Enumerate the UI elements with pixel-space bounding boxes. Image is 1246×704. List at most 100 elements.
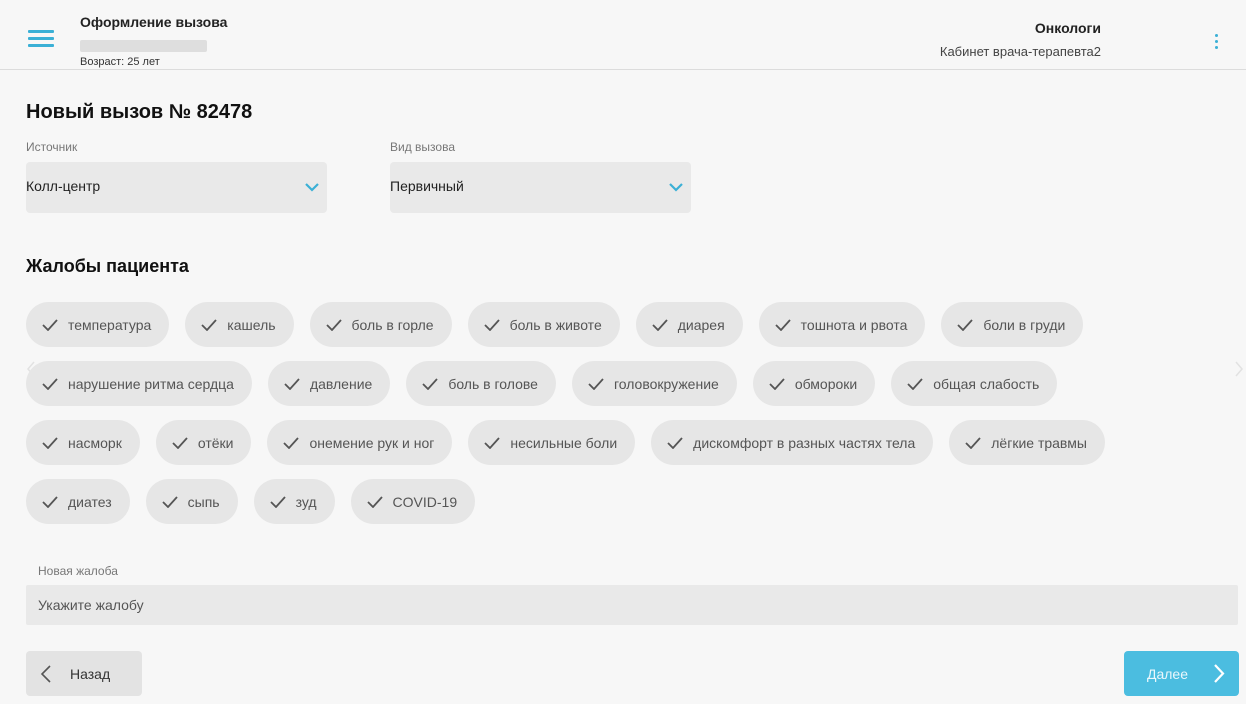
complaint-chip-label: давление bbox=[309, 375, 373, 392]
scroll-right-icon[interactable] bbox=[1234, 360, 1244, 378]
call-type-label: Вид вызова bbox=[390, 140, 455, 154]
complaint-chip[interactable]: лёгкие травмы bbox=[949, 420, 1105, 465]
next-button[interactable]: Далее bbox=[1124, 651, 1239, 696]
checkmark-icon bbox=[269, 495, 286, 508]
hamburger-menu-icon[interactable] bbox=[28, 30, 56, 52]
patient-age: Возраст: 25 лет bbox=[80, 56, 160, 68]
complaint-chip-label: головокружение bbox=[613, 375, 719, 392]
complaint-chip[interactable]: зуд bbox=[253, 479, 335, 524]
source-label: Источник bbox=[26, 140, 78, 154]
call-type-value: Первичный bbox=[390, 178, 464, 194]
new-complaint-label: Новая жалоба bbox=[38, 564, 118, 578]
checkmark-icon bbox=[484, 436, 501, 449]
complaint-chips: температура кашель боль в горле боль в живо… bbox=[26, 302, 1206, 538]
cabinet-name: Кабинет врача-терапевта2 bbox=[939, 44, 1101, 59]
chevron-down-icon bbox=[669, 183, 683, 192]
checkmark-icon bbox=[172, 436, 188, 449]
complaint-chip[interactable]: диарея bbox=[635, 302, 743, 347]
chip-row: температура кашель боль в горле боль в живо… bbox=[26, 302, 1206, 347]
checkmark-icon bbox=[366, 495, 383, 508]
complaint-chip-label: тошнота и рвота bbox=[800, 316, 908, 333]
complaint-chip-label: боль в горле bbox=[351, 316, 434, 333]
checkmark-icon bbox=[965, 436, 981, 449]
complaint-chip[interactable]: давление bbox=[267, 361, 391, 406]
checkmark-icon bbox=[201, 318, 217, 331]
complaint-chip[interactable]: общая слабость bbox=[891, 361, 1058, 406]
checkmark-icon bbox=[42, 377, 58, 390]
complaint-chip[interactable]: обмороки bbox=[752, 361, 876, 406]
chevron-right-icon bbox=[1214, 664, 1225, 683]
back-button-label: Назад bbox=[70, 666, 111, 682]
complaint-chip[interactable]: онемение рук и ног bbox=[267, 420, 453, 465]
complaint-chip[interactable]: отёки bbox=[155, 420, 252, 465]
checkmark-icon bbox=[667, 436, 683, 449]
checkmark-icon bbox=[42, 436, 58, 449]
page-title: Новый вызов № 82478 bbox=[26, 101, 253, 123]
next-button-label: Далее bbox=[1147, 666, 1189, 682]
complaint-chip-label: нарушение ритма сердца bbox=[68, 375, 234, 392]
back-button[interactable]: Назад bbox=[26, 651, 142, 696]
complaint-chip-label: кашель bbox=[227, 316, 276, 333]
complaint-chip-label: насморк bbox=[68, 434, 122, 451]
checkmark-icon bbox=[42, 318, 58, 331]
chip-row: насморк отёки онемение рук и ног несильные … bbox=[26, 420, 1206, 465]
complaint-chip[interactable]: температура bbox=[26, 302, 170, 347]
complaint-chip[interactable]: боль в животе bbox=[467, 302, 620, 347]
complaint-chip-label: боли в груди bbox=[983, 316, 1066, 333]
source-value: Колл-центр bbox=[26, 178, 101, 194]
checkmark-icon bbox=[42, 495, 58, 508]
complaint-chip-label: дискомфорт в разных частях тела bbox=[693, 434, 916, 451]
complaint-chip-label: несильные боли bbox=[510, 434, 618, 451]
checkmark-icon bbox=[161, 495, 178, 508]
checkmark-icon bbox=[325, 318, 342, 331]
checkmark-icon bbox=[283, 436, 300, 449]
complaint-chip[interactable]: несильные боли bbox=[468, 420, 636, 465]
checkmark-icon bbox=[284, 377, 300, 390]
checkmark-icon bbox=[769, 377, 785, 390]
complaint-chip[interactable]: тошнота и рвота bbox=[758, 302, 926, 347]
complaint-chip[interactable]: COVID-19 bbox=[350, 479, 476, 524]
checkmark-icon bbox=[652, 318, 668, 331]
complaint-chip[interactable]: дискомфорт в разных частях тела bbox=[651, 420, 934, 465]
checkmark-icon bbox=[588, 377, 604, 390]
source-select[interactable]: Колл-центр bbox=[26, 162, 327, 213]
complaint-chip-label: отёки bbox=[197, 434, 234, 451]
header-title: Оформление вызова bbox=[80, 14, 228, 30]
call-form-page: Оформление вызова Возраст: 25 лет Онколо… bbox=[0, 0, 1246, 704]
checkmark-icon bbox=[957, 318, 974, 331]
complaint-chip[interactable]: диатез bbox=[26, 479, 130, 524]
complaint-chip[interactable]: головокружение bbox=[571, 361, 737, 406]
checkmark-icon bbox=[422, 377, 438, 390]
new-complaint-input[interactable] bbox=[26, 585, 1238, 625]
complaint-chip-label: боль в животе bbox=[509, 316, 602, 333]
complaint-chip[interactable]: насморк bbox=[26, 420, 140, 465]
complaint-chip[interactable]: кашель bbox=[185, 302, 294, 347]
department-name: Онкологи bbox=[1034, 20, 1101, 36]
complaint-chip-label: COVID-19 bbox=[392, 493, 458, 510]
complaint-chip[interactable]: боль в голове bbox=[406, 361, 556, 406]
checkmark-icon bbox=[483, 318, 500, 331]
complaint-chip-label: сыпь bbox=[187, 493, 220, 510]
call-type-select[interactable]: Первичный bbox=[390, 162, 691, 213]
complaint-chip[interactable]: боль в горле bbox=[309, 302, 452, 347]
complaint-chip-label: температура bbox=[68, 316, 152, 333]
complaint-chip-label: диатез bbox=[68, 493, 112, 510]
complaint-chip-label: обмороки bbox=[794, 375, 858, 392]
patient-name-redacted bbox=[80, 40, 207, 52]
complaint-chip-label: боль в голове bbox=[448, 375, 538, 392]
complaint-chip-label: диарея bbox=[677, 316, 725, 333]
checkmark-icon bbox=[775, 318, 791, 331]
complaint-chip[interactable]: сыпь bbox=[145, 479, 238, 524]
checkmark-icon bbox=[907, 377, 923, 390]
complaint-chip-label: лёгкие травмы bbox=[991, 434, 1087, 451]
chevron-left-icon bbox=[40, 665, 51, 683]
more-options-icon[interactable] bbox=[1213, 34, 1219, 50]
top-bar: Оформление вызова Возраст: 25 лет Онколо… bbox=[0, 0, 1246, 70]
chip-row: нарушение ритма сердца давление боль в гол… bbox=[26, 361, 1206, 406]
chevron-down-icon bbox=[305, 183, 319, 192]
complaint-chip-label: зуд bbox=[295, 493, 317, 510]
complaint-chip[interactable]: нарушение ритма сердца bbox=[26, 361, 252, 406]
chip-row: диатез сыпь зуд COVID-19 bbox=[26, 479, 1206, 524]
complaint-chip[interactable]: боли в груди bbox=[941, 302, 1084, 347]
complaint-chip-label: общая слабость bbox=[933, 375, 1040, 392]
